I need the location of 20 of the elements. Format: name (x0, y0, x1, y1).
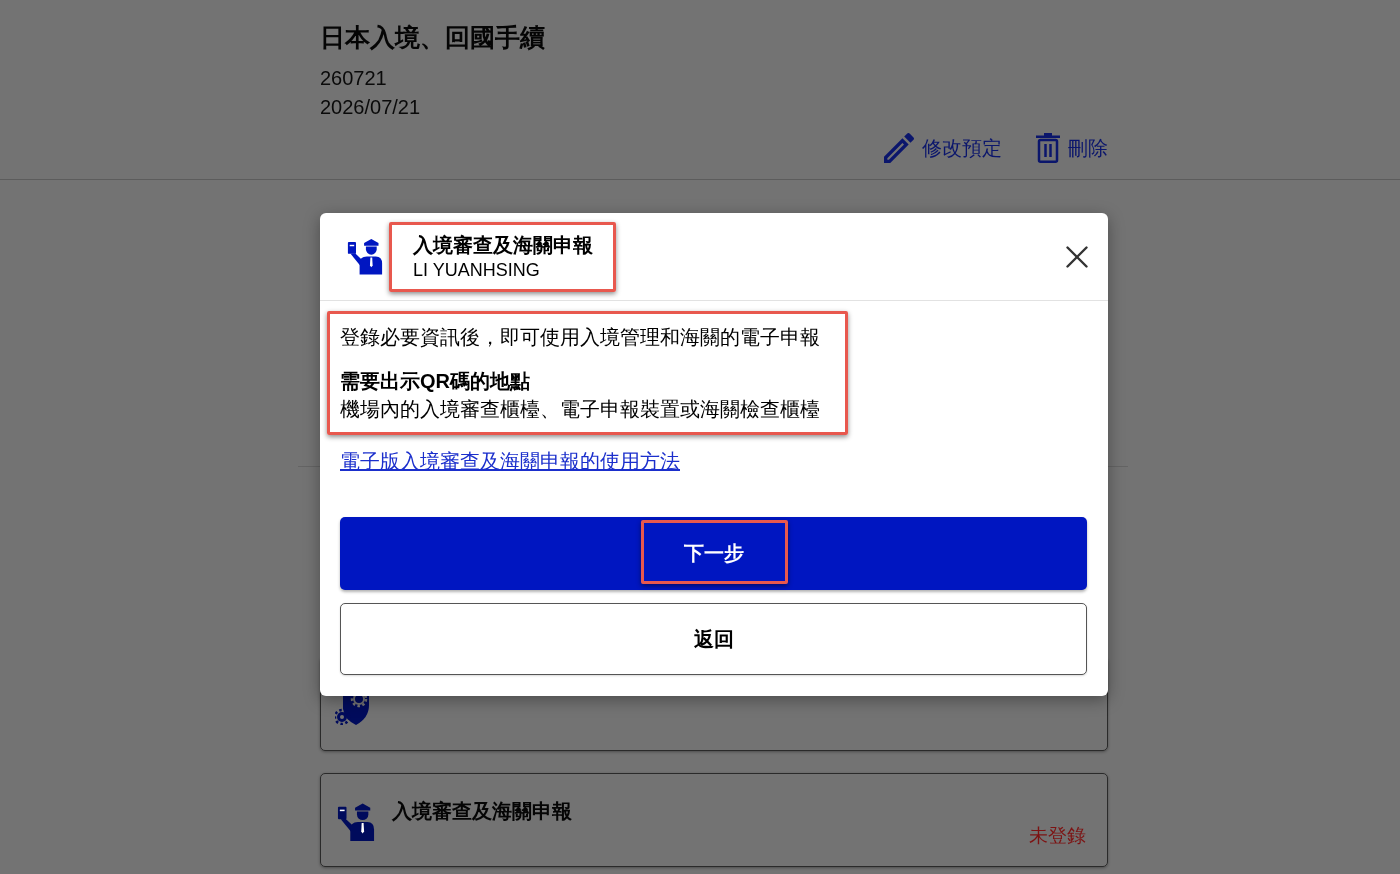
service-card[interactable]: 入境審查及海關申報 未登錄 (320, 773, 1108, 867)
card-title: 入境審查及海關申報 (392, 800, 572, 822)
section-heading: 需要出示QR碼的地點 (340, 369, 530, 394)
status-text: 未登錄 (1029, 825, 1086, 847)
booking-info-text: 260721 (320, 66, 387, 91)
info-text: 登錄必要資訊後，即可使用入境管理和海關的電子申報 (340, 325, 820, 350)
help-link[interactable]: 電子版入境審查及海關申報的使用方法 (340, 447, 680, 475)
next-button[interactable]: 下一步 (340, 517, 1087, 590)
officer-icon (347, 238, 383, 275)
info-text: 機場內的入境審查櫃檯、電子申報裝置或海關檢查櫃檯 (340, 397, 820, 422)
booking-info-text: 2026/07/21 (320, 95, 421, 120)
close-icon (1066, 245, 1088, 268)
trash-icon (1036, 133, 1060, 163)
modal-title: 入境審查及海關申報 (413, 232, 593, 258)
passenger-name: LI YUANHSING (413, 258, 540, 282)
close-button[interactable] (1066, 245, 1088, 268)
pencil-icon (884, 133, 914, 163)
page-title: 日本入境、回國手續 (320, 22, 545, 52)
back-button[interactable]: 返回 (340, 603, 1087, 675)
officer-icon (335, 803, 377, 841)
